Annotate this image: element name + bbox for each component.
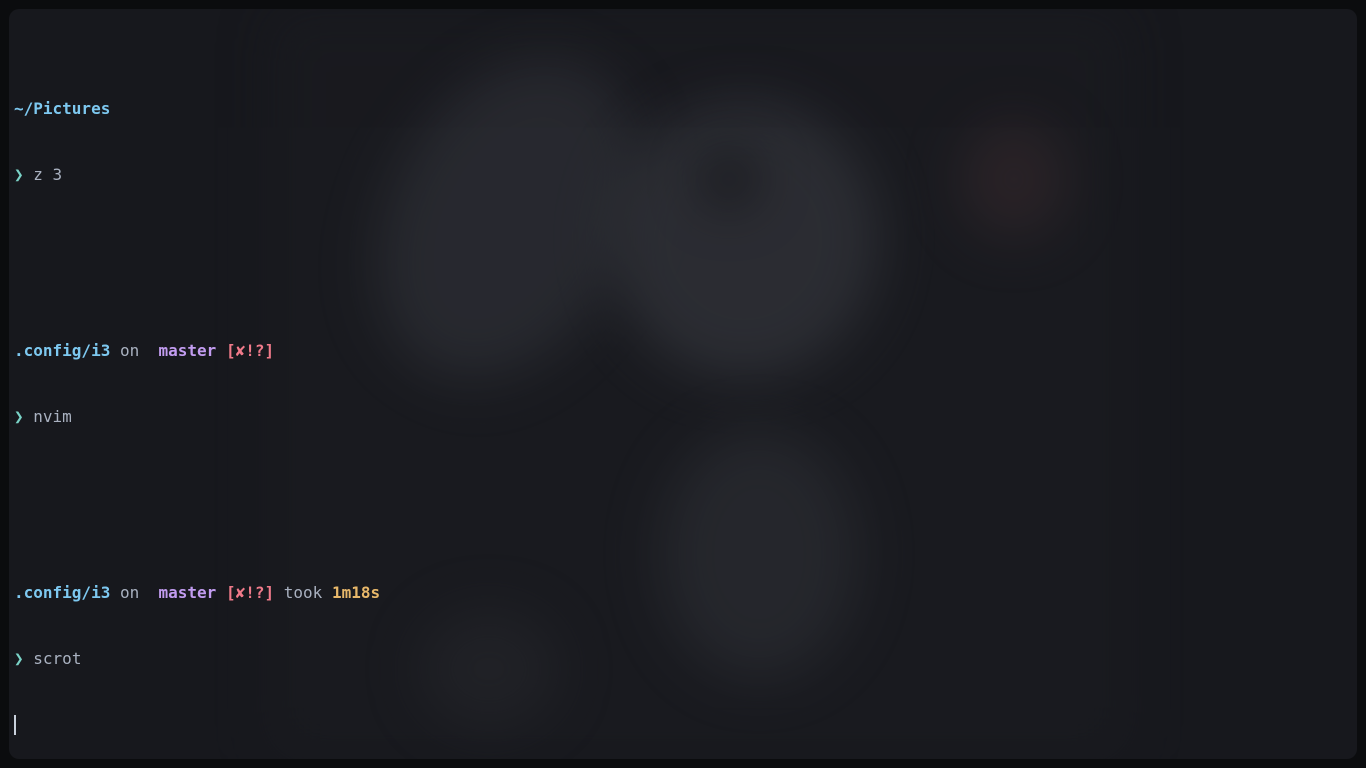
command-text: z 3 [33,165,63,184]
prompt-line: ~/Pictures [14,98,1357,120]
terminal-window[interactable]: ~/Pictures ❯ z 3 .config/i3 on master [✘… [9,9,1357,759]
command-line: ❯ nvim [14,406,1357,428]
git-status: [✘!?] [225,583,275,602]
prompt-symbol-icon: ❯ [14,165,24,184]
command-text: nvim [33,407,72,426]
input-line[interactable] [14,714,1357,736]
command-line: ❯ z 3 [14,164,1357,186]
text-cursor [14,715,16,735]
directory-segment: ~/Pictures [14,99,111,118]
directory-segment: .config/i3 [14,341,111,360]
took-label: took [283,583,323,602]
directory-segment: .config/i3 [14,583,111,602]
command-text: scrot [33,649,82,668]
prompt-line: .config/i3 on master [✘!?] took 1m18s [14,582,1357,604]
git-branch: master [158,583,217,602]
prompt-symbol-icon: ❯ [14,407,24,426]
git-status: [✘!?] [225,341,275,360]
prompt-line: .config/i3 on master [✘!?] [14,340,1357,362]
command-line: ❯ scrot [14,648,1357,670]
prompt-symbol-icon: ❯ [14,649,24,668]
git-branch: master [158,341,217,360]
on-label: on [119,583,140,602]
terminal-output[interactable]: ~/Pictures ❯ z 3 .config/i3 on master [✘… [14,32,1357,759]
command-duration: 1m18s [331,583,381,602]
on-label: on [119,341,140,360]
